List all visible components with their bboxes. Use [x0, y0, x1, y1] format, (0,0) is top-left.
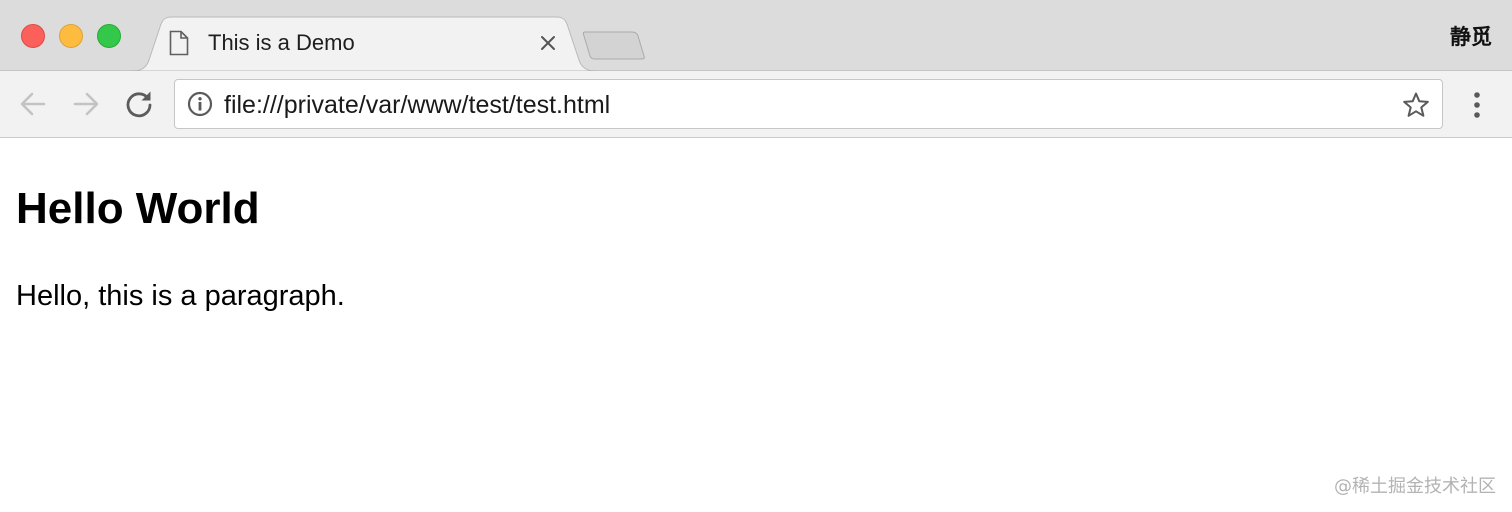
page-heading: Hello World	[16, 184, 260, 233]
arrow-left-icon[interactable]	[17, 88, 49, 120]
window-close-button[interactable]	[21, 24, 45, 48]
browser-toolbar: file:///private/var/www/test/test.html	[0, 70, 1512, 138]
tab-close-icon[interactable]	[537, 32, 559, 54]
profile-name[interactable]: 静觅	[1450, 24, 1492, 50]
star-icon[interactable]	[1402, 91, 1430, 119]
watermark: @稀土掘金技术社区	[1334, 476, 1496, 497]
tab-active[interactable]: This is a Demo	[133, 16, 595, 71]
url-text[interactable]: file:///private/var/www/test/test.html	[224, 91, 610, 119]
tab-title: This is a Demo	[208, 30, 355, 55]
tab-background	[133, 16, 595, 71]
address-bar[interactable]: file:///private/var/www/test/test.html	[174, 79, 1443, 129]
window-minimize-button[interactable]	[59, 24, 83, 48]
tab-strip: This is a Demo 静觅	[0, 0, 1512, 71]
reload-icon[interactable]	[123, 88, 155, 120]
info-icon[interactable]	[187, 91, 213, 117]
more-vertical-icon[interactable]	[1466, 88, 1488, 122]
window-maximize-button[interactable]	[97, 24, 121, 48]
document-icon	[169, 30, 189, 56]
page-paragraph: Hello, this is a paragraph.	[16, 280, 345, 312]
arrow-right-icon[interactable]	[70, 88, 102, 120]
page-content: Hello World Hello, this is a paragraph. …	[0, 139, 1512, 512]
